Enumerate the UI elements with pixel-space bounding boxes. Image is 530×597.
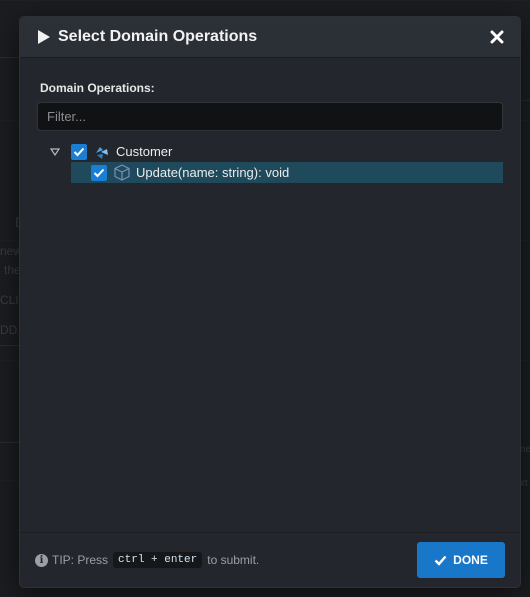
- background-text: DD: [0, 323, 18, 337]
- filter-input[interactable]: [37, 102, 503, 131]
- background-text: CLI: [0, 293, 19, 307]
- dialog-footer: i TIP: Press ctrl + enter to submit. DON…: [20, 532, 520, 587]
- check-icon: [434, 555, 447, 566]
- done-button[interactable]: DONE: [417, 542, 505, 578]
- tree-node-label: Update(name: string): void: [136, 165, 290, 180]
- background-text: xt: [520, 478, 528, 489]
- background-divider: [0, 345, 20, 346]
- close-icon[interactable]: [488, 28, 506, 46]
- keyboard-shortcut: ctrl + enter: [113, 552, 203, 568]
- customer-checkbox[interactable]: [71, 143, 87, 160]
- tree-node-update-operation[interactable]: Update(name: string): void: [71, 162, 503, 183]
- class-icon: [93, 143, 111, 161]
- background-divider: [520, 100, 530, 101]
- dialog-title: Select Domain Operations: [58, 28, 258, 45]
- tree-node-label: Customer: [116, 144, 173, 159]
- play-icon: [37, 29, 51, 45]
- tip-text: i TIP: Press ctrl + enter to submit.: [35, 552, 417, 568]
- dialog-header: Select Domain Operations: [20, 17, 520, 58]
- update-operation-checkbox[interactable]: [91, 164, 107, 181]
- tip-prefix: TIP: Press: [52, 553, 109, 567]
- background-text: the: [4, 263, 21, 277]
- operation-cube-icon: [113, 164, 131, 182]
- dialog-body: Domain Operations: Customer: [20, 58, 520, 183]
- background-text: new: [0, 244, 23, 258]
- select-domain-operations-dialog: Select Domain Operations Domain Operatio…: [20, 17, 520, 587]
- operations-tree: Customer Update(name: string): void: [37, 141, 503, 183]
- expand-triangle-icon[interactable]: [50, 147, 60, 157]
- background-text: ne: [520, 444, 530, 455]
- tip-suffix: to submit.: [207, 553, 260, 567]
- background-divider: [0, 442, 20, 443]
- tree-node-customer[interactable]: Customer: [37, 141, 503, 162]
- info-icon: i: [35, 553, 48, 567]
- background-divider: [0, 57, 20, 58]
- done-label: DONE: [453, 553, 488, 567]
- domain-operations-label: Domain Operations:: [40, 81, 155, 95]
